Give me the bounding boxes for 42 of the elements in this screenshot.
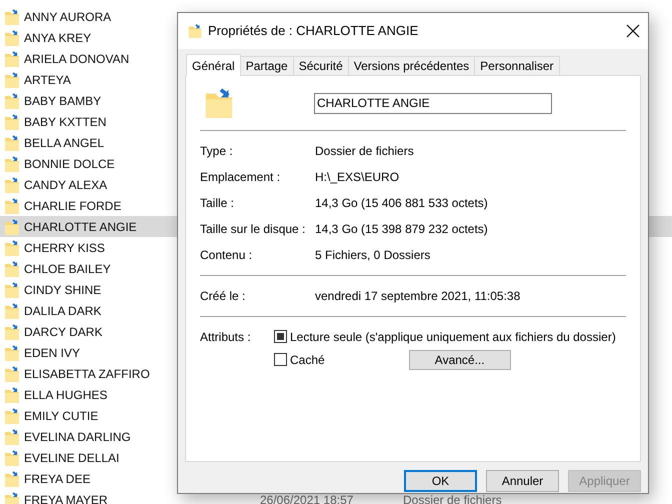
- folder-name: ARIELA DONOVAN: [24, 50, 130, 68]
- folder-name: CHLOE BAILEY: [24, 260, 111, 278]
- property-value: 14,3 Go (15 406 881 533 octets): [315, 195, 488, 212]
- checkbox-label: Lecture seule (s'applique uniquement aux fichiers du dossier): [290, 328, 616, 346]
- property-label: Créé le :: [200, 288, 246, 305]
- property-value: vendredi 17 septembre 2021, 11:05:38: [315, 288, 520, 305]
- folder-name: DALILA DARK: [24, 302, 102, 320]
- folder-name: BABY KXTTEN: [24, 114, 106, 130]
- property-label: Taille :: [200, 195, 236, 212]
- folder-name: DARCY DARK: [24, 324, 102, 340]
- window-title: Propriétés de : CHARLOTTE ANGIE: [208, 22, 420, 40]
- property-label: Contenu :: [200, 247, 254, 264]
- folder-name: FREYA MAYER: [24, 492, 108, 504]
- folder-name: BABY BAMBY: [24, 92, 102, 110]
- folder-name: CHERRY KISS: [24, 240, 105, 256]
- property-value: 5 Fichiers, 0 Dossiers: [315, 247, 430, 264]
- folder-type: Dossier de fichiers: [403, 492, 502, 504]
- folder-name: ELISABETTA ZAFFIRO: [24, 366, 150, 382]
- folder-name: EVELINE DELLAI: [24, 450, 120, 466]
- property-label: Taille sur le disque :: [200, 221, 306, 238]
- property-label: Emplacement :: [200, 169, 282, 186]
- property-value: H:\_EXS\EURO: [315, 169, 400, 186]
- folder-name: EMILY CUTIE: [24, 408, 98, 424]
- folder-name: CANDY ALEXA: [24, 176, 108, 194]
- folder-name: ARTEYA: [24, 72, 71, 88]
- folder-name: CHARLIE FORDE: [24, 198, 122, 214]
- folder-name: BELLA ANGEL: [24, 134, 104, 152]
- property-label: Type :: [200, 143, 234, 160]
- folder-name: ANYA KREY: [24, 30, 92, 46]
- checkbox-label: Caché: [290, 352, 325, 368]
- property-value: 14,3 Go (15 398 879 232 octets): [315, 221, 488, 238]
- folder-name: ELLA HUGHES: [24, 386, 108, 404]
- folder-name: CINDY SHINE: [24, 282, 102, 298]
- date-modified: 26/06/2021 18:57: [260, 492, 354, 504]
- folder-name: FREYA DEE: [24, 470, 90, 488]
- folder-name: BONNIE DOLCE: [24, 156, 115, 172]
- property-label: Attributs :: [200, 329, 252, 346]
- folder-name: CHARLOTTE ANGIE: [24, 218, 137, 236]
- folder-name: EVELINA DARLING: [24, 428, 131, 446]
- folder-name: ANNY AURORA: [24, 8, 112, 26]
- property-value: Dossier de fichiers: [315, 143, 414, 160]
- folder-name: EDEN IVY: [24, 344, 80, 362]
